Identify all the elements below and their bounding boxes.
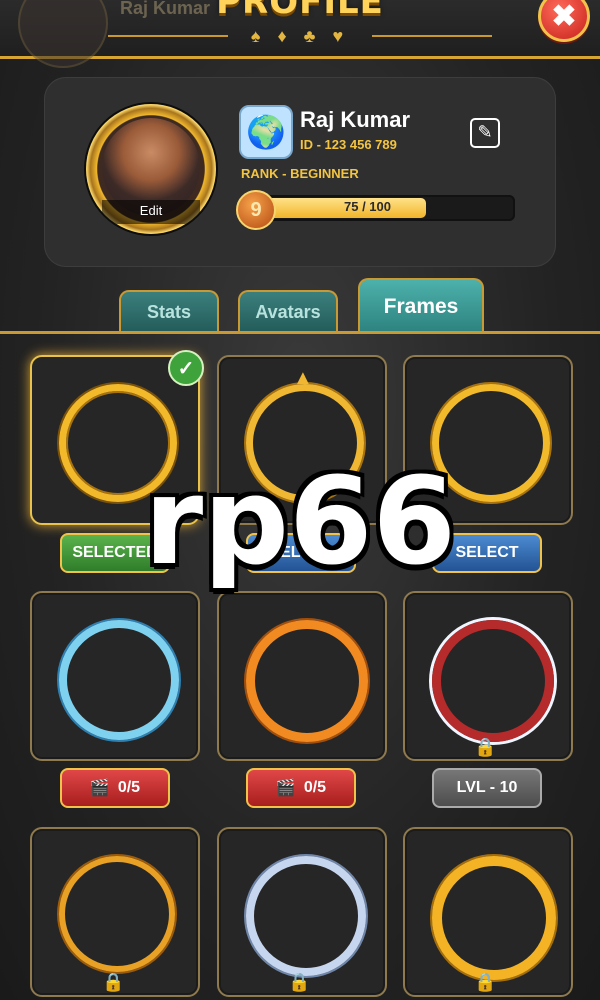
- lock-icon: 🔒: [288, 972, 311, 992]
- clapperboard-icon: 🎬: [275, 780, 296, 797]
- tab-stats[interactable]: Stats: [119, 290, 219, 332]
- divider-right: [372, 35, 492, 37]
- rank-label: RANK - BEGINNER: [241, 166, 359, 181]
- header-bar: Raj Kumar PROFILE ♠ ♦ ♣ ♥ ✖: [0, 0, 600, 68]
- lock-icon: 🔒: [474, 737, 497, 757]
- avatar[interactable]: Edit: [86, 104, 216, 234]
- frame-tile-gold-crown[interactable]: [403, 355, 573, 525]
- player-name: Raj Kumar: [300, 107, 411, 132]
- xp-progress-text: 75 / 100: [344, 199, 391, 214]
- frame-flowers-image: [246, 856, 366, 976]
- ads-progress-1: 0/5: [117, 779, 141, 796]
- frame-christmas-image: [432, 620, 554, 742]
- frame-tile-fox[interactable]: [217, 591, 387, 761]
- frame-gold-sun-image: [246, 384, 364, 502]
- xp-progress-bar: 75 / 100: [255, 195, 515, 221]
- frame-gold-crown-image: [432, 384, 550, 502]
- tabs-divider: [0, 331, 600, 334]
- close-button[interactable]: ✖: [538, 0, 590, 42]
- tab-frames[interactable]: Frames: [358, 278, 484, 334]
- frame-tile-gold-sun[interactable]: ▲: [217, 355, 387, 525]
- frame-ribbon-image: [432, 856, 556, 980]
- frame-ice-crystal-image: [59, 620, 179, 740]
- sun-spike-icon: ▲: [293, 367, 313, 389]
- level-badge: 9: [236, 190, 276, 230]
- frame-ruby-star-image: [59, 856, 175, 972]
- header-avatar: [18, 0, 108, 68]
- globe-icon: 🌍: [239, 105, 293, 159]
- watch-ads-button-2[interactable]: 🎬 0/5: [246, 768, 356, 808]
- player-id: ID - 123 456 789: [300, 137, 397, 152]
- edit-profile-icon[interactable]: ✎: [470, 118, 500, 148]
- frame-tile-ice-crystal[interactable]: [30, 591, 200, 761]
- frame-gold-classic-image: [59, 384, 177, 502]
- selected-check-icon: ✓: [168, 350, 204, 386]
- avatar-edit-label[interactable]: Edit: [102, 200, 200, 224]
- watch-ads-button-1[interactable]: 🎬 0/5: [60, 768, 170, 808]
- ads-progress-2: 0/5: [303, 779, 327, 796]
- frame-fox-image: [246, 620, 368, 742]
- divider-left: [108, 35, 228, 37]
- clapperboard-icon: 🎬: [89, 780, 110, 797]
- lock-icon: 🔒: [102, 972, 125, 992]
- page-title: PROFILE: [216, 0, 384, 22]
- close-icon: ✖: [551, 0, 577, 33]
- suits-ornament: ♠ ♦ ♣ ♥: [250, 26, 350, 46]
- lock-icon: 🔒: [474, 972, 497, 992]
- frame-tile-christmas[interactable]: [403, 591, 573, 761]
- select-button-2[interactable]: SELECT: [246, 533, 356, 573]
- select-button-3[interactable]: SELECT: [432, 533, 542, 573]
- select-button-1[interactable]: SELECTED: [60, 533, 170, 573]
- tab-avatars[interactable]: Avatars: [238, 290, 338, 332]
- level-requirement-button[interactable]: LVL - 10: [432, 768, 542, 808]
